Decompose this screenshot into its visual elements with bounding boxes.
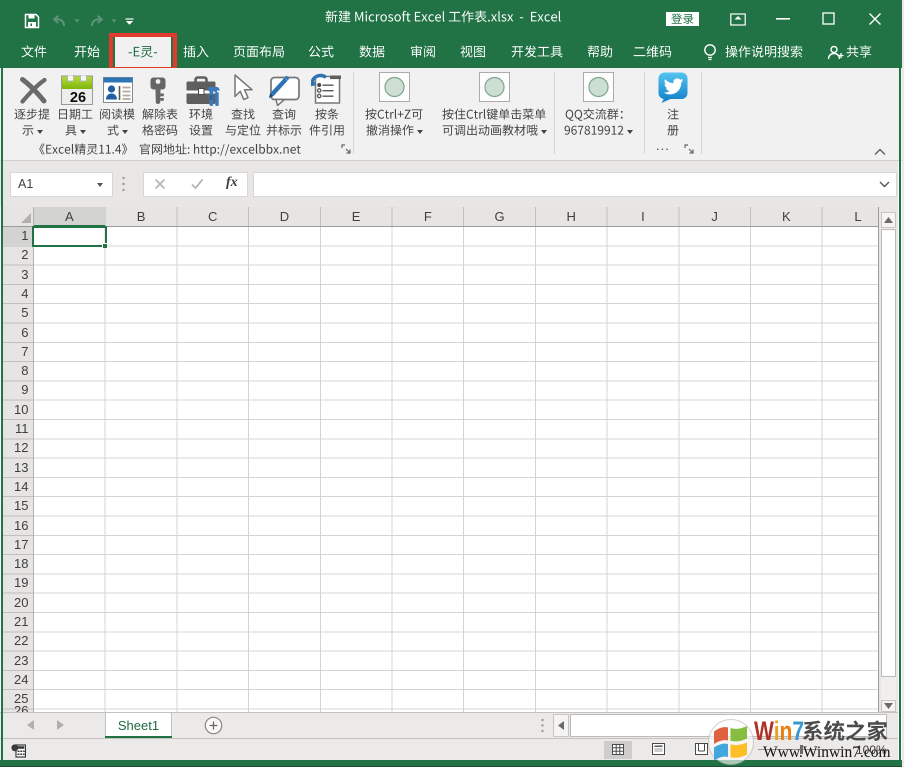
svg-text:26: 26 — [70, 90, 86, 105]
